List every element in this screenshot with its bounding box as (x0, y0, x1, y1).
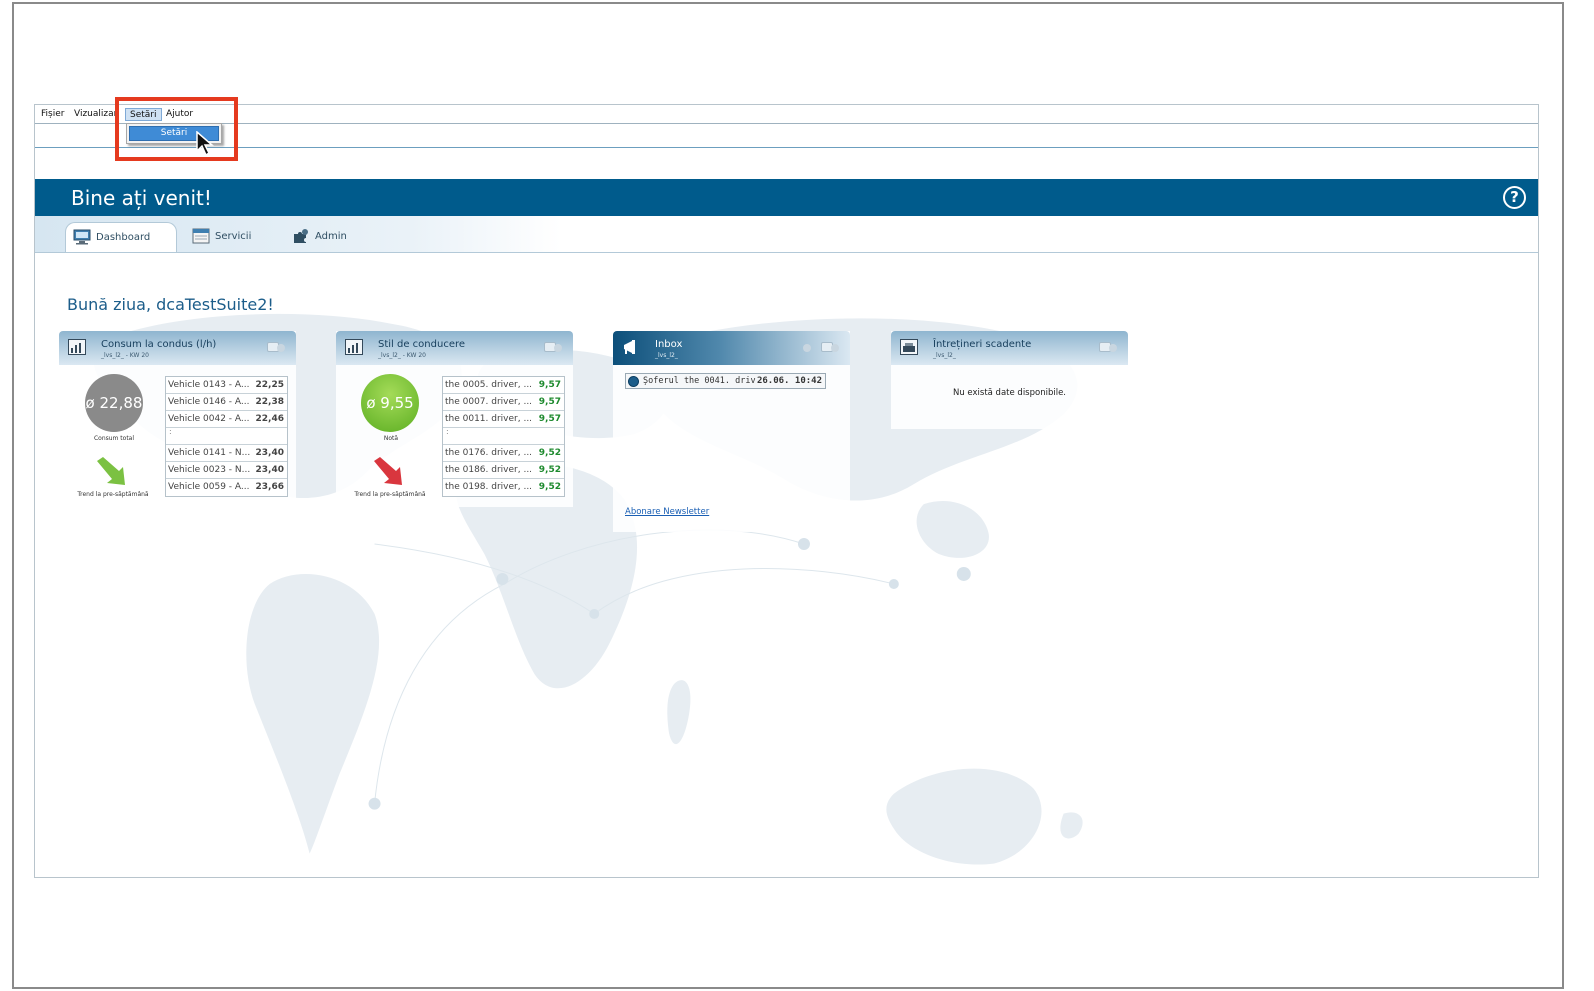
ranking-table: the 0005. driver, ... 9,57 the 0007. driv… (442, 376, 565, 497)
widget-header: Stil de conducere _lvs_l2_ - KW 20 (336, 331, 573, 365)
table-row[interactable]: the 0007. driver, ... 9,57 (443, 394, 564, 411)
widget-title: Inbox (655, 339, 683, 350)
trend-down-arrow-icon (374, 457, 402, 485)
table-row[interactable]: the 0198. driver, ... 9,52 (443, 479, 564, 496)
widget-stil-conducere: Stil de conducere _lvs_l2_ - KW 20 ø 9,5… (336, 331, 573, 507)
widget-refresh-icon[interactable] (1109, 344, 1117, 352)
tab-label: Servicii (215, 231, 252, 242)
tab-dashboard[interactable]: Dashboard (65, 222, 177, 252)
message-icon (628, 376, 639, 387)
table-separator: : (443, 428, 564, 445)
menu-fisier[interactable]: Fișier (37, 108, 68, 121)
widget-header: Inbox _lvs_l2_ (613, 331, 850, 365)
ranking-table: Vehicle 0143 - A... 22,25 Vehicle 0146 - … (165, 376, 288, 497)
table-row[interactable]: the 0005. driver, ... 9,57 (443, 377, 564, 394)
megaphone-icon (624, 340, 635, 354)
tab-bar: Dashboard Servicii Admin (35, 216, 1538, 253)
help-icon[interactable]: ? (1503, 186, 1526, 209)
bar-chart-icon (345, 339, 363, 355)
menu-vizualizare[interactable]: Vizualizar (70, 108, 121, 121)
tab-label: Admin (315, 231, 347, 242)
table-row[interactable]: Vehicle 0146 - A... 22,38 (166, 394, 287, 411)
trend-label: Trend la pre-săptămână (77, 491, 149, 498)
table-row[interactable]: the 0186. driver, ... 9,52 (443, 462, 564, 479)
welcome-banner: Bine ați venit! ? (35, 179, 1538, 216)
widget-header: Consum la condus (l/h) _lvs_l2_ - KW 20 (59, 331, 296, 365)
page-title: Bine ați venit! (71, 186, 212, 210)
widget-refresh-icon[interactable] (831, 344, 839, 352)
table-row[interactable]: Vehicle 0023 - N... 23,40 (166, 462, 287, 479)
calendar-icon (192, 228, 210, 244)
kpi-circle: ø 9,55 (361, 374, 419, 432)
widget-subtitle: _lvs_l2_ (933, 352, 956, 359)
widget-inbox: Inbox _lvs_l2_ Șoferul the 0041. driv...… (613, 331, 850, 532)
widget-header: Întrețineri scadente _lvs_l2_ (891, 331, 1128, 365)
widget-subtitle: _lvs_l2_ - KW 20 (378, 352, 427, 359)
bar-chart-icon (68, 339, 86, 355)
table-row[interactable]: the 0011. driver, ... 9,57 (443, 411, 564, 428)
widget-refresh-icon[interactable] (277, 344, 285, 352)
tab-label: Dashboard (96, 232, 151, 243)
table-row[interactable]: Vehicle 0143 - A... 22,25 (166, 377, 287, 394)
inbox-message[interactable]: Șoferul the 0041. driv... 26.06. 10:42 (625, 373, 826, 389)
table-row[interactable]: the 0176. driver, ... 9,52 (443, 445, 564, 462)
widget-subtitle: _lvs_l2_ (655, 352, 678, 359)
widget-title: Stil de conducere (378, 339, 466, 350)
tab-admin[interactable]: Admin (285, 222, 385, 252)
table-row[interactable]: Vehicle 0042 - A... 22,46 (166, 411, 287, 428)
message-time: 26.06. 10:42 (756, 376, 822, 386)
kpi-label: Notă (383, 435, 399, 442)
table-row[interactable]: Vehicle 0141 - N... 23,40 (166, 445, 287, 462)
trend-label: Trend la pre-săptămână (354, 491, 426, 498)
application-window: Fișier Vizualizar Setări Ajutor Bine ați… (34, 104, 1539, 878)
highlight-annotation (115, 97, 238, 161)
widget-gear-icon[interactable] (803, 344, 811, 352)
toolbar-area (35, 124, 1538, 148)
maintenance-icon (900, 339, 918, 355)
message-text: Șoferul the 0041. driv... (643, 376, 758, 386)
widget-refresh-icon[interactable] (554, 344, 562, 352)
tab-servicii[interactable]: Servicii (185, 222, 285, 252)
monitor-icon (73, 229, 91, 245)
mouse-cursor-icon (196, 131, 214, 157)
table-row[interactable]: Vehicle 0059 - A... 23,66 (166, 479, 287, 496)
menu-bar: Fișier Vizualizar Setări Ajutor (35, 105, 1538, 124)
widget-title: Consum la condus (l/h) (101, 339, 217, 350)
kpi-label: Consum total (93, 435, 135, 442)
puzzle-icon (294, 229, 308, 243)
widget-intretineri: Întrețineri scadente _lvs_l2_ Nu există … (891, 331, 1128, 429)
kpi-circle: ø 22,88 (85, 374, 143, 432)
trend-down-arrow-icon (97, 457, 125, 485)
widget-consum: Consum la condus (l/h) _lvs_l2_ - KW 20 … (59, 331, 296, 507)
empty-state-text: Nu există date disponibile. (952, 388, 1067, 398)
newsletter-link[interactable]: Abonare Newsletter (625, 507, 709, 517)
widget-subtitle: _lvs_l2_ - KW 20 (101, 352, 150, 359)
widget-title: Întrețineri scadente (933, 339, 1032, 350)
greeting-text: Bună ziua, dcaTestSuite2! (67, 295, 274, 314)
table-separator: : (166, 428, 287, 445)
